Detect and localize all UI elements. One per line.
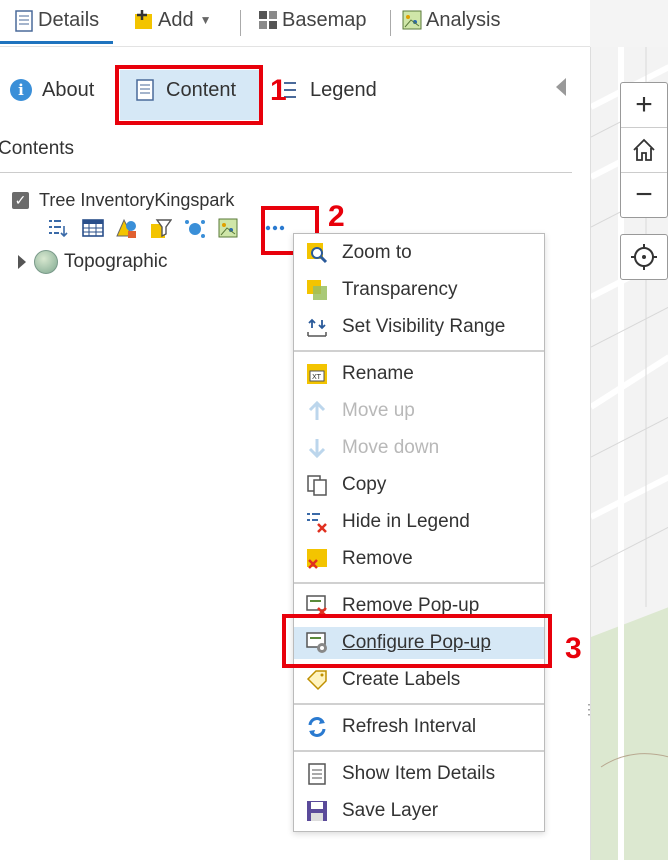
menu-item-save-layer[interactable]: Save Layer — [294, 795, 544, 827]
menu-item-refresh-interval[interactable]: Refresh Interval — [294, 711, 544, 743]
basemap-icon — [258, 10, 278, 30]
menu-item-create-labels[interactable]: Create Labels — [294, 664, 544, 696]
highlight-box-content-tab — [115, 65, 263, 125]
home-button[interactable] — [621, 128, 667, 173]
menu-label: Transparency — [342, 279, 458, 300]
topographic-label: Topographic — [64, 251, 168, 272]
menu-separator — [294, 582, 544, 584]
details-button[interactable]: Details — [14, 6, 99, 34]
menu-label: Save Layer — [342, 800, 439, 821]
zoom-to-icon — [306, 242, 328, 264]
arrow-down-icon — [306, 437, 328, 459]
attribute-table-icon[interactable] — [82, 218, 104, 238]
globe-icon — [34, 250, 58, 274]
hide-legend-icon — [306, 511, 328, 533]
add-label: Add — [158, 8, 194, 31]
collapse-panel-icon[interactable] — [556, 78, 566, 96]
layer-tree-inventory[interactable]: ✓ Tree InventoryKingspark — [12, 190, 234, 211]
menu-label: Remove — [342, 548, 413, 569]
details-label: Details — [38, 8, 100, 31]
chevron-down-icon: ▼ — [199, 13, 212, 27]
menu-label: Create Labels — [342, 669, 461, 690]
copy-icon — [306, 474, 328, 496]
divider — [0, 172, 572, 173]
toolbar-divider — [240, 10, 241, 36]
menu-item-move-down[interactable]: Move down — [294, 432, 544, 464]
menu-label: Hide in Legend — [342, 511, 470, 532]
refresh-icon — [306, 716, 328, 738]
locate-button[interactable] — [620, 234, 668, 280]
analysis-icon — [402, 10, 422, 30]
annotation-number-1: 1 — [270, 74, 287, 107]
home-icon — [633, 138, 655, 161]
menu-item-hide-in-legend[interactable]: Hide in Legend — [294, 506, 544, 538]
layer-tools — [48, 218, 285, 238]
menu-item-set-visibility-range[interactable]: Set Visibility Range — [294, 311, 544, 343]
basemap-button[interactable]: Basemap — [258, 6, 367, 34]
menu-label: Move down — [342, 437, 440, 458]
change-style-icon[interactable] — [116, 218, 136, 238]
menu-label: Set Visibility Range — [342, 316, 506, 337]
zoom-out-button[interactable]: − — [621, 173, 667, 217]
show-legend-icon[interactable] — [48, 218, 68, 238]
top-toolbar: Details Add ▼ Basemap Analysis — [0, 0, 590, 47]
tab-legend-label: Legend — [310, 78, 377, 101]
menu-label: Show Item Details — [342, 763, 496, 784]
highlight-box-configure-popup — [282, 614, 552, 668]
filter-icon[interactable] — [150, 218, 173, 238]
zoom-in-button[interactable]: + — [621, 83, 667, 128]
arrow-up-icon — [306, 400, 328, 422]
map-header-area — [590, 0, 668, 47]
remove-icon — [306, 548, 328, 570]
add-button[interactable]: Add ▼ — [134, 6, 211, 34]
visibility-range-icon — [306, 316, 328, 338]
menu-separator — [294, 350, 544, 352]
menu-label: Rename — [342, 363, 414, 384]
contents-heading: Contents — [0, 138, 75, 159]
toolbar-divider — [390, 10, 391, 36]
menu-separator — [294, 703, 544, 705]
panel-resize-handle[interactable]: ⋮ — [582, 702, 596, 733]
annotation-number-2: 2 — [328, 200, 345, 233]
menu-item-copy[interactable]: Copy — [294, 469, 544, 501]
basemap-label: Basemap — [282, 8, 367, 31]
expand-arrow-icon[interactable] — [18, 255, 26, 269]
item-details-icon — [306, 763, 328, 785]
tab-about[interactable]: i About — [10, 72, 94, 108]
analysis-label: Analysis — [426, 8, 501, 31]
tab-legend[interactable]: Legend — [276, 72, 377, 108]
perform-analysis-icon[interactable] — [184, 218, 205, 238]
layer-topographic[interactable]: Topographic — [18, 250, 168, 274]
layer-visibility-checkbox[interactable]: ✓ — [12, 192, 29, 209]
menu-separator — [294, 750, 544, 752]
info-icon: i — [10, 79, 32, 101]
menu-item-rename[interactable]: XT Rename — [294, 358, 544, 390]
save-icon — [306, 800, 328, 822]
layer-context-menu: Zoom to Transparency Set Visibility Rang… — [293, 233, 545, 832]
menu-item-zoom-to[interactable]: Zoom to — [294, 237, 544, 269]
map-zoom-controls: + − — [620, 82, 668, 218]
menu-item-show-item-details[interactable]: Show Item Details — [294, 758, 544, 790]
menu-item-remove[interactable]: Remove — [294, 543, 544, 575]
menu-label: Copy — [342, 474, 387, 495]
rename-icon: XT — [306, 363, 328, 385]
menu-label: Zoom to — [342, 242, 412, 263]
annotation-number-3: 3 — [565, 632, 582, 665]
menu-label: Move up — [342, 400, 415, 421]
analysis-button[interactable]: Analysis — [402, 6, 500, 34]
layer-name: Tree InventoryKingspark — [39, 190, 235, 210]
transparency-icon — [306, 279, 328, 301]
locate-icon — [631, 244, 657, 270]
create-labels-icon — [306, 669, 328, 691]
svg-text:XT: XT — [312, 373, 322, 381]
add-icon — [134, 10, 154, 30]
menu-item-move-up[interactable]: Move up — [294, 395, 544, 427]
menu-item-transparency[interactable]: Transparency — [294, 274, 544, 306]
menu-label: Refresh Interval — [342, 716, 477, 737]
analysis-map-icon[interactable] — [218, 218, 238, 238]
details-tab-underline — [0, 41, 113, 44]
details-icon — [14, 10, 34, 32]
tab-about-label: About — [42, 78, 95, 101]
